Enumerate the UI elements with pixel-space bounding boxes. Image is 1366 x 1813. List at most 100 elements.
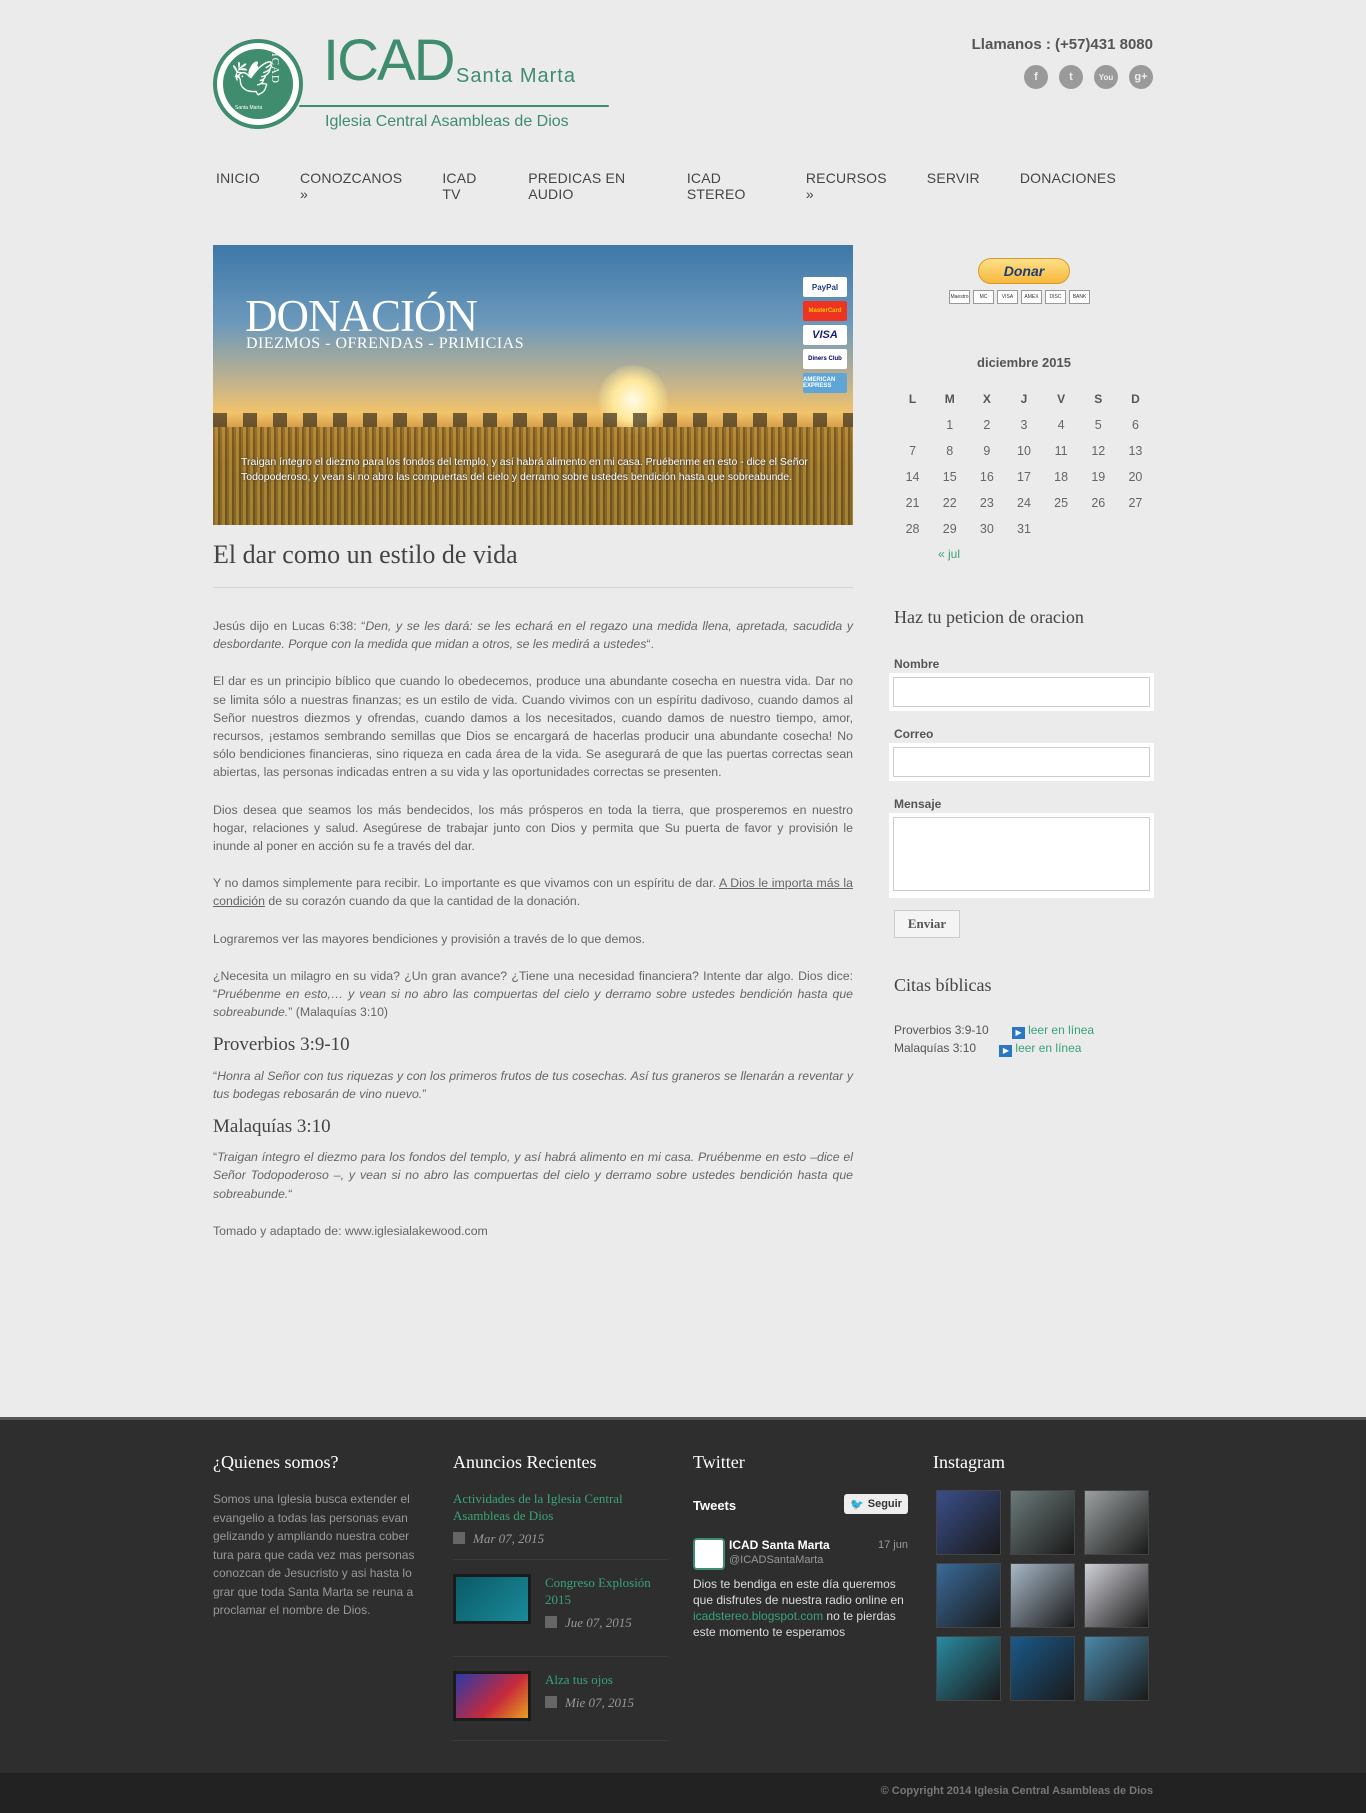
twitter-icon[interactable]: t xyxy=(1059,65,1083,89)
donate-button[interactable]: Donar xyxy=(978,258,1070,284)
calendar-day: 17 xyxy=(1017,470,1031,484)
calendar-day: 4 xyxy=(1057,418,1065,432)
instagram-photo[interactable] xyxy=(1010,1490,1075,1555)
tree-line-graphic xyxy=(213,413,853,427)
logo-title: ICAD xyxy=(323,28,456,93)
calendar-day xyxy=(894,412,931,438)
calendar-icon xyxy=(545,1616,557,1628)
post-paragraph: Jesús dijo en Lucas 6:38: “Den, y se les… xyxy=(213,619,853,652)
email-field[interactable] xyxy=(893,747,1150,777)
email-label: Correo xyxy=(894,727,934,741)
calendar-day: 2 xyxy=(983,418,991,432)
follow-button[interactable]: 🐦 Seguir xyxy=(844,1494,908,1514)
send-button[interactable]: Enviar xyxy=(894,910,960,938)
announcement-title[interactable]: Alza tus ojos xyxy=(545,1671,668,1688)
calendar-icon xyxy=(545,1696,557,1708)
nav-recursos[interactable]: RECURSOS » xyxy=(803,170,887,202)
site-header: 🕊 ICAD Santa Marta ICAD Santa Marta Igle… xyxy=(213,28,1153,138)
announcement-item[interactable]: Congreso Explosión 2015 Jue 07, 2015 xyxy=(453,1574,668,1657)
nav-inicio[interactable]: INICIO xyxy=(213,170,260,194)
announcement-title[interactable]: Congreso Explosión 2015 xyxy=(545,1574,668,1608)
facebook-icon[interactable]: f xyxy=(1024,65,1048,89)
announcement-item[interactable]: Actividades de la Iglesia Central Asambl… xyxy=(453,1490,668,1560)
instagram-photo[interactable] xyxy=(1010,1636,1075,1701)
calendar-day: 12 xyxy=(1091,444,1106,458)
tweet-author-handle[interactable]: @ICADSantaMarta xyxy=(729,1554,823,1566)
bank-icon: BANK xyxy=(1069,290,1090,304)
calendar-day: 11 xyxy=(1054,444,1068,458)
calendar-day-header: D xyxy=(1131,392,1140,406)
footer-about: ¿Quienes somos? Somos una Iglesia busca … xyxy=(213,1452,428,1620)
cita-item: Proverbios 3:9-10 ▶ leer en línea xyxy=(894,1023,1095,1039)
amex-logo: AMERICAN EXPRESS xyxy=(803,373,847,393)
instagram-photo[interactable] xyxy=(936,1563,1001,1628)
announcement-thumbnail[interactable] xyxy=(453,1574,531,1624)
dove-icon: 🕊 xyxy=(231,59,275,99)
post-source: Tomado y adaptado de: www.iglesialakewoo… xyxy=(213,1223,488,1238)
instagram-photo[interactable] xyxy=(936,1490,1001,1555)
tweet-time[interactable]: 17 jun xyxy=(878,1539,908,1551)
quote-proverbios: “Honra al Señor con tus riquezas y con l… xyxy=(213,1068,853,1101)
post-paragraph: Y no damos simplemente para recibir. Lo … xyxy=(213,876,853,909)
calendar-day: 24 xyxy=(1017,496,1031,510)
calendar-table: LMXJVSD 1 2 3 4 5 6 7 8 9 10 11 12 13 14 15 16 17 18 19 20 2… xyxy=(894,386,1154,542)
calendar-week: 14 15 16 17 18 19 20 xyxy=(894,464,1154,490)
name-label: Nombre xyxy=(894,657,940,671)
nav-predicas-audio[interactable]: PREDICAS EN AUDIO xyxy=(525,170,647,202)
calendar-day: 26 xyxy=(1091,496,1106,510)
calendar-day: 18 xyxy=(1054,470,1069,484)
read-online-link[interactable]: ▶ leer en línea xyxy=(1012,1023,1094,1039)
site-logo[interactable]: 🕊 ICAD Santa Marta ICAD Santa Marta Igle… xyxy=(213,28,613,133)
tweet-link[interactable]: icadstereo.blogspot.com xyxy=(693,1609,823,1623)
calendar-day: 25 xyxy=(1054,496,1069,510)
announcement-item[interactable]: Alza tus ojos Mie 07, 2015 xyxy=(453,1671,668,1741)
message-field[interactable] xyxy=(893,817,1150,891)
calendar-day: 10 xyxy=(1017,444,1031,458)
calendar-prev-link[interactable]: « jul xyxy=(894,547,1154,561)
logo-subtitle: Santa Marta xyxy=(456,65,576,87)
calendar-day: 5 xyxy=(1094,418,1102,432)
announcement-thumbnail[interactable] xyxy=(453,1671,531,1721)
calendar-icon xyxy=(453,1532,465,1544)
nav-conozcanos[interactable]: CONOZCANOS » xyxy=(297,170,402,202)
avatar[interactable] xyxy=(693,1538,725,1570)
logo-badge-small: Santa Marta xyxy=(235,105,263,111)
calendar-day: 22 xyxy=(942,496,957,510)
calendar-day: 16 xyxy=(979,470,994,484)
announcement-date: Mie 07, 2015 xyxy=(545,1695,668,1711)
instagram-photo[interactable] xyxy=(1084,1636,1149,1701)
google-plus-icon[interactable]: g+ xyxy=(1129,65,1153,89)
read-online-link[interactable]: ▶ leer en línea xyxy=(999,1041,1081,1057)
youtube-icon[interactable]: You xyxy=(1094,65,1118,89)
nav-donaciones[interactable]: DONACIONES xyxy=(1017,170,1116,194)
nav-icad-stereo[interactable]: ICAD STEREO xyxy=(684,170,766,202)
instagram-photo[interactable] xyxy=(936,1636,1001,1701)
accepted-cards: Maestro MC VISA AMEX DISC BANK xyxy=(949,290,1090,304)
instagram-photo[interactable] xyxy=(1010,1563,1075,1628)
email-field-wrap xyxy=(889,743,1154,781)
discover-icon: DISC xyxy=(1045,290,1066,304)
donation-banner: DONACIÓN DIEZMOS - OFRENDAS - PRIMICIAS … xyxy=(213,245,853,525)
post-title: El dar como un estilo de vida xyxy=(213,540,518,569)
nav-servir[interactable]: SERVIR xyxy=(924,170,980,194)
calendar-day-header: S xyxy=(1094,392,1103,406)
prayer-heading: Haz tu peticion de oracion xyxy=(894,607,1084,627)
calendar-day: 7 xyxy=(909,444,917,458)
visa-icon: VISA xyxy=(997,290,1018,304)
announcement-title[interactable]: Actividades de la Iglesia Central Asambl… xyxy=(453,1490,668,1524)
name-field[interactable] xyxy=(893,677,1150,707)
tweet-author-name[interactable]: ICAD Santa Marta xyxy=(729,1538,830,1552)
instagram-photo[interactable] xyxy=(1084,1490,1149,1555)
calendar-widget: diciembre 2015 LMXJVSD 1 2 3 4 5 6 7 8 9 10 11 12 13… xyxy=(894,355,1154,561)
instagram-photo[interactable] xyxy=(1084,1563,1149,1628)
banner-quote: Traigan íntegro el diezmo para los fondo… xyxy=(241,456,808,483)
calendar-day: 21 xyxy=(905,496,920,510)
nav-icad-tv[interactable]: ICAD TV xyxy=(439,170,488,202)
post-paragraph: Dios desea que seamos los más bendecidos… xyxy=(213,802,853,854)
calendar-day: 20 xyxy=(1128,470,1143,484)
subheading-proverbios: Proverbios 3:9-10 xyxy=(213,1034,350,1056)
name-field-wrap xyxy=(889,673,1154,711)
about-heading: ¿Quienes somos? xyxy=(213,1452,339,1472)
footer-announcements: Anuncios Recientes Actividades de la Igl… xyxy=(453,1452,668,1741)
twitter-bird-icon: 🐦 xyxy=(850,1498,864,1511)
